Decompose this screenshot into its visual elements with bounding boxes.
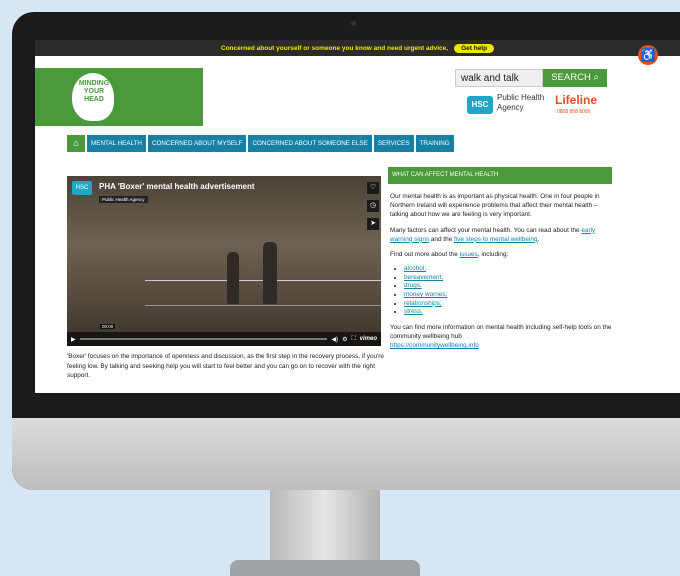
urgent-advice-bar: Concerned about yourself or someone you … (35, 40, 680, 56)
issue-link-alcohol[interactable]: alcohol; (404, 265, 426, 272)
monitor-camera (351, 21, 356, 26)
issues-list: alcohol; bereavement; drugs; money worri… (390, 265, 614, 317)
video-title[interactable]: PHA 'Boxer' mental health advertisement (99, 182, 255, 191)
hsc-logo[interactable]: HSC (467, 96, 493, 114)
search-input[interactable]: walk and talk (455, 69, 543, 87)
video-channel[interactable]: Public Health Agency (99, 196, 148, 203)
vimeo-logo[interactable]: vimeo (360, 336, 377, 342)
list-item: alcohol; (404, 265, 614, 274)
lifeline-logo[interactable]: Lifeline (555, 93, 597, 107)
search-button[interactable]: SEARCH ⌕ (543, 69, 607, 87)
factors-paragraph: Many factors can affect your mental heal… (390, 226, 614, 244)
list-item: relationships; (404, 300, 614, 309)
monitor-foot (230, 560, 420, 576)
video-caption: 'Boxer' focuses on the importance of ope… (67, 353, 384, 379)
mental-health-info: Our mental health is as important as phy… (390, 192, 614, 356)
video-player[interactable]: HSC PHA 'Boxer' mental health advertisem… (67, 176, 381, 346)
logo-text: MINDING YOUR HEAD (78, 80, 110, 103)
pha-logo-text[interactable]: Public Health Agency (497, 93, 553, 113)
video-time: 00:00 (100, 324, 116, 329)
community-text: You can find more information on mental … (390, 323, 612, 340)
nav-item-concerned-someone-else[interactable]: CONCERNED ABOUT SOMEONE ELSE (248, 135, 372, 152)
share-icon[interactable]: ➤ (367, 218, 379, 230)
list-item: bereavement; (404, 274, 614, 283)
nav-item-services[interactable]: SERVICES (373, 135, 414, 152)
video-progress-bar[interactable] (79, 338, 328, 340)
factors-text-c: . (537, 235, 540, 243)
issues-link[interactable]: issues (460, 251, 478, 258)
main-nav: ⌂ MENTAL HEALTH CONCERNED ABOUT MYSELF C… (67, 135, 454, 152)
section-heading: WHAT CAN AFFECT MENTAL HEALTH (388, 167, 612, 184)
settings-icon[interactable]: ⚙ (342, 336, 347, 343)
issue-link-relationships[interactable]: relationships; (404, 300, 442, 307)
factors-text-a: Many factors can affect your mental heal… (390, 226, 582, 234)
five-steps-link[interactable]: five steps to mental wellbeing (454, 236, 537, 243)
lifeline-number: 0808 808 8000 (557, 109, 591, 115)
site-header: MINDING YOUR HEAD walk and talk SEARCH ⌕… (35, 56, 680, 126)
community-paragraph: You can find more information on mental … (390, 323, 614, 351)
issues-paragraph: Find out more about the issues, includin… (390, 250, 614, 259)
home-icon[interactable]: ⌂ (67, 135, 85, 152)
monitor-chin (12, 418, 680, 490)
urgent-advice-text: Concerned about yourself or someone you … (220, 44, 449, 52)
volume-icon[interactable]: ◀) (331, 336, 338, 343)
list-item: drugs; (404, 282, 614, 291)
trainer-figure (263, 242, 277, 304)
issue-link-money-worries[interactable]: money worries; (404, 291, 447, 298)
issue-link-drugs[interactable]: drugs; (404, 282, 422, 289)
intro-paragraph: Our mental health is as important as phy… (390, 193, 600, 219)
boxer-figure (227, 252, 239, 304)
community-wellbeing-link[interactable]: https://communitywellbeing.info (390, 342, 479, 349)
search-button-label: SEARCH (551, 72, 591, 83)
get-help-button[interactable]: Get help (454, 43, 495, 53)
site-logo[interactable]: MINDING YOUR HEAD (35, 68, 203, 126)
issues-text-b: , including: (477, 251, 509, 259)
nav-item-concerned-myself[interactable]: CONCERNED ABOUT MYSELF (147, 135, 247, 152)
issue-link-bereavement[interactable]: bereavement; (404, 274, 443, 281)
fullscreen-icon[interactable]: ⛶ (351, 336, 355, 343)
search-icon: ⌕ (593, 72, 599, 83)
video-controls: ▶ ◀) ⚙ ⛶ vimeo (67, 332, 381, 346)
list-item: money worries; (404, 291, 614, 300)
list-item: stress. (404, 308, 614, 317)
clock-icon[interactable]: ◷ (367, 200, 379, 212)
nav-item-training[interactable]: TRAINING (415, 135, 454, 152)
website-screen: Concerned about yourself or someone you … (35, 40, 680, 393)
video-hsc-badge: HSC (72, 181, 92, 195)
video-side-icons: ♡ ◷ ➤ (367, 182, 379, 230)
heart-icon[interactable]: ♡ (367, 182, 379, 194)
play-icon[interactable]: ▶ (71, 336, 76, 343)
nav-item-mental-health[interactable]: MENTAL HEALTH (87, 135, 146, 152)
issues-text-a: Find out more about the (390, 251, 460, 259)
factors-text-b: and the (429, 235, 454, 243)
issue-link-stress[interactable]: stress. (404, 308, 423, 315)
